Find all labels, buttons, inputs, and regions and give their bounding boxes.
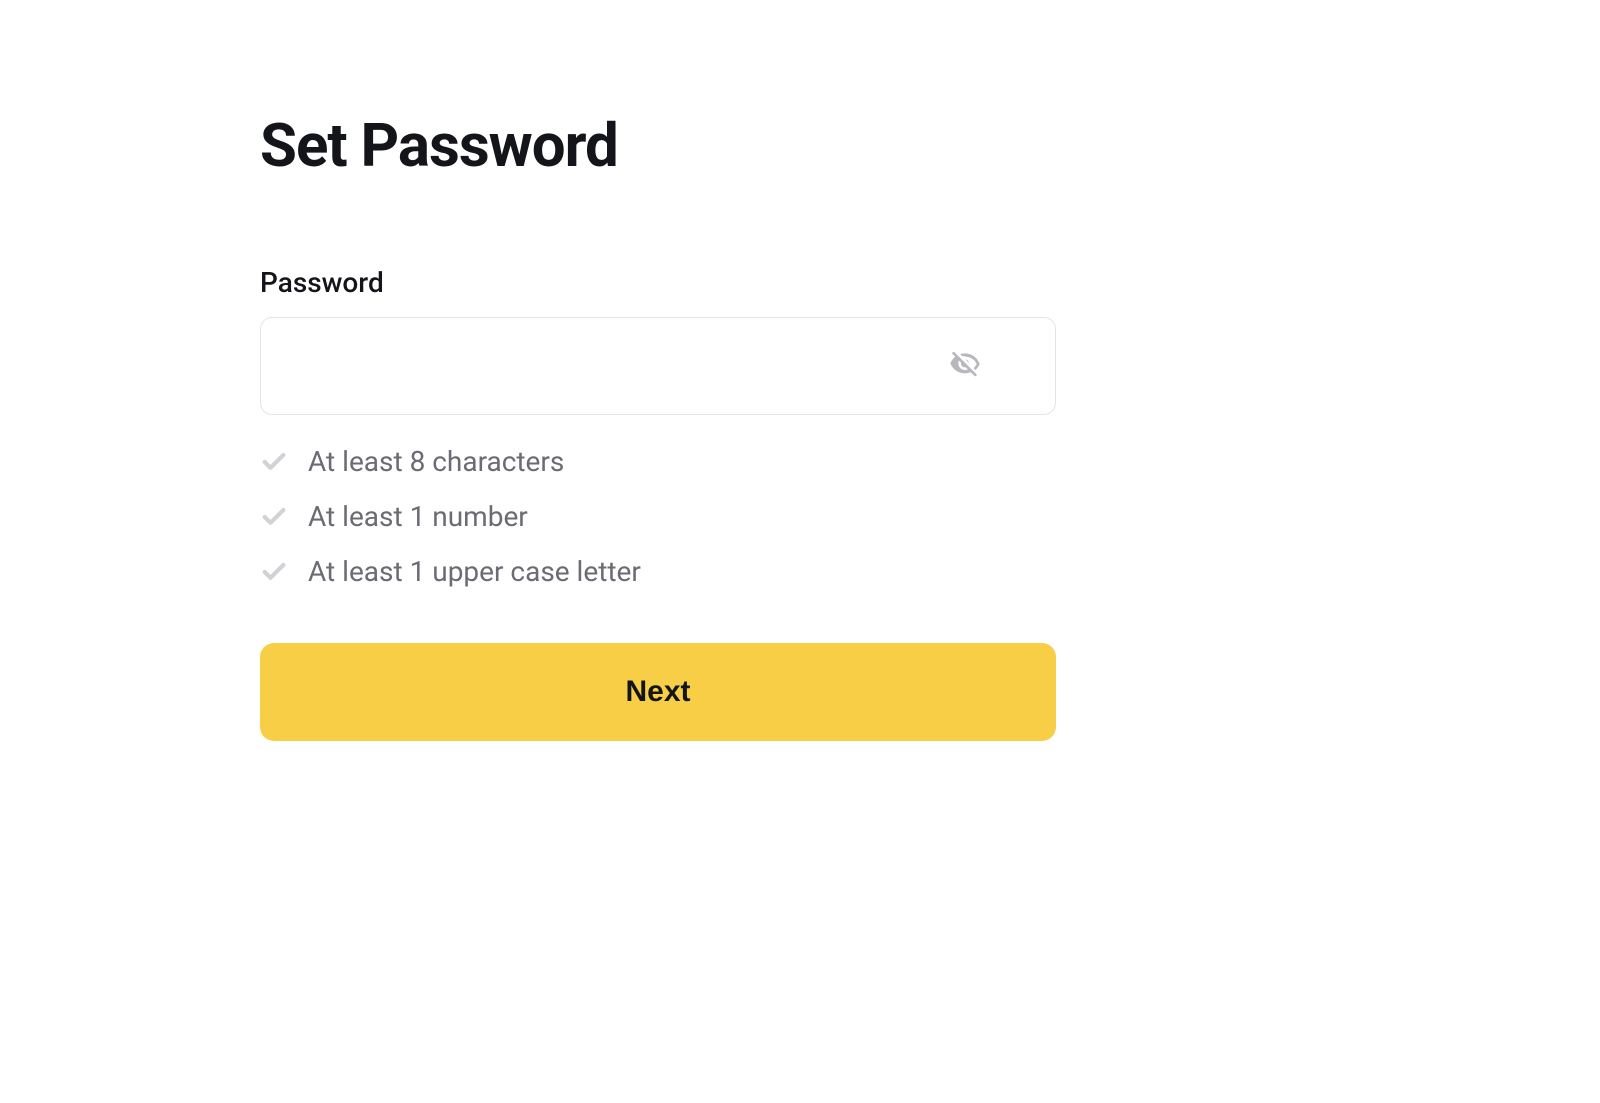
page-title: Set Password: [260, 110, 1056, 181]
password-requirements-list: At least 8 characters At least 1 number …: [260, 445, 1056, 588]
requirement-text: At least 8 characters: [308, 445, 564, 478]
password-label: Password: [260, 266, 1056, 299]
check-icon: [260, 558, 288, 586]
eye-off-icon: [949, 348, 981, 384]
set-password-form: Set Password Password At least 8 charact…: [260, 110, 1056, 741]
check-icon: [260, 448, 288, 476]
password-input-wrapper: [260, 317, 1056, 415]
check-icon: [260, 503, 288, 531]
toggle-password-visibility-button[interactable]: [945, 346, 985, 386]
password-input[interactable]: [291, 318, 945, 414]
requirement-text: At least 1 number: [308, 500, 528, 533]
requirement-item: At least 8 characters: [260, 445, 1056, 478]
requirement-item: At least 1 number: [260, 500, 1056, 533]
next-button[interactable]: Next: [260, 643, 1056, 741]
requirement-text: At least 1 upper case letter: [308, 555, 641, 588]
requirement-item: At least 1 upper case letter: [260, 555, 1056, 588]
